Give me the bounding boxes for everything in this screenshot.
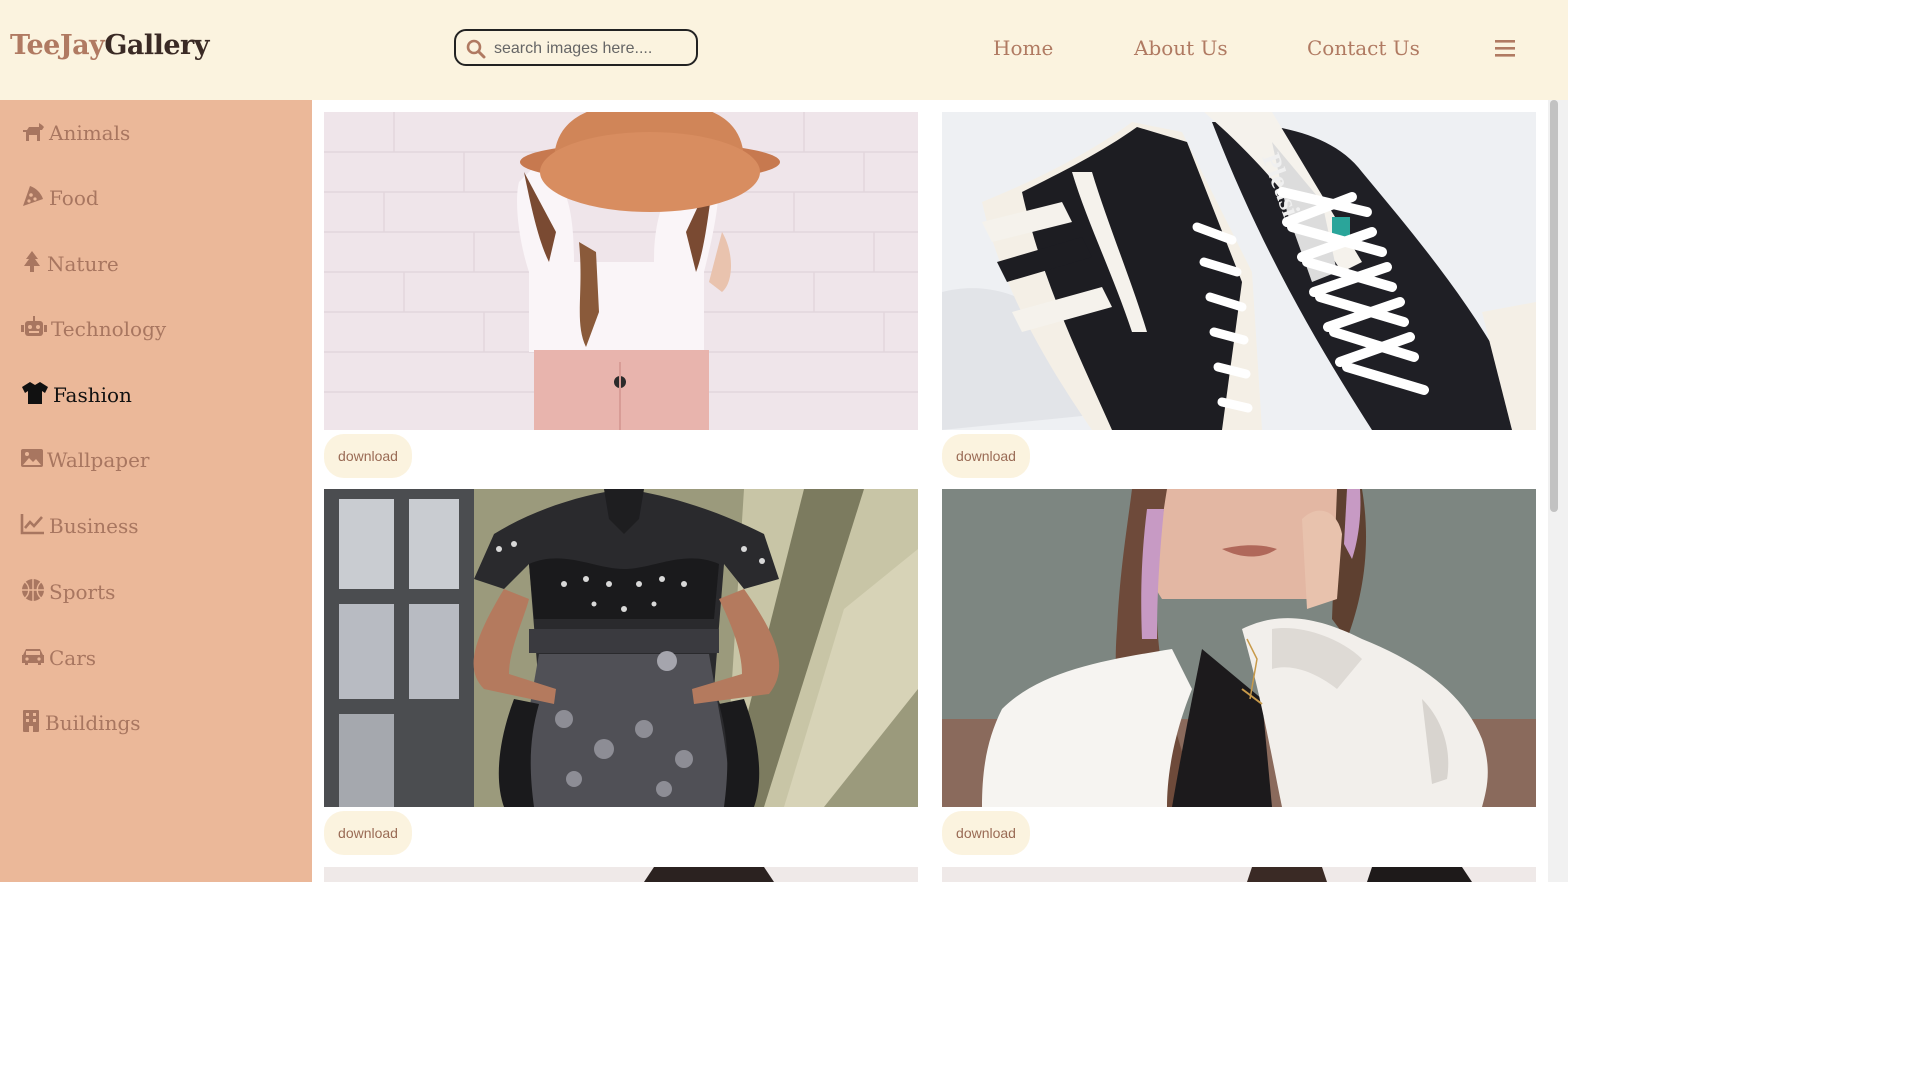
sidebar-item-animals[interactable]: Animals (20, 118, 130, 148)
top-navbar: TeeJayGallery Home About Us Contact Us (0, 0, 1568, 100)
sidebar-item-wallpaper[interactable]: Wallpaper (20, 445, 149, 475)
download-button[interactable]: download (324, 811, 412, 855)
sidebar-item-label: Business (49, 514, 139, 538)
gallery-image-partial[interactable] (324, 867, 918, 882)
sidebar-item-sports[interactable]: Sports (20, 577, 115, 607)
brand-part1: TeeJay (10, 30, 105, 61)
vertical-scrollbar[interactable] (1548, 100, 1568, 882)
brand-logo[interactable]: TeeJayGallery (10, 30, 209, 61)
sidebar-item-label: Nature (47, 252, 119, 276)
dog-icon (20, 118, 49, 149)
building-icon (20, 708, 45, 739)
download-button[interactable]: download (942, 434, 1030, 478)
sidebar-item-label: Buildings (45, 711, 141, 735)
nav-home-link[interactable]: Home (993, 36, 1053, 60)
gallery-image-hat-woman[interactable] (324, 112, 918, 430)
sidebar-item-label: Food (49, 186, 99, 210)
sidebar-item-cars[interactable]: Cars (20, 643, 96, 673)
shirt-icon (20, 380, 53, 411)
search-box (454, 29, 698, 66)
gallery-image-white-jacket[interactable] (942, 489, 1536, 807)
nav-contact-link[interactable]: Contact Us (1307, 36, 1420, 60)
scrollbar-thumb[interactable] (1550, 100, 1558, 512)
sidebar-item-label: Cars (49, 646, 97, 670)
sidebar-item-label: Technology (51, 317, 167, 341)
search-icon (466, 39, 486, 64)
category-sidebar: Animals Food Nature Technology Fashion W… (0, 100, 312, 882)
sidebar-item-technology[interactable]: Technology (20, 314, 166, 344)
robot-icon (20, 314, 51, 345)
sidebar-item-label: Animals (49, 121, 131, 145)
sidebar-item-label: Sports (49, 580, 116, 604)
gallery-image-sneakers[interactable]: Pleasi (942, 112, 1536, 430)
hamburger-menu-icon[interactable] (1494, 38, 1516, 63)
brand-part2: Gallery (104, 30, 209, 61)
sidebar-item-label: Fashion (53, 383, 132, 407)
pizza-icon (20, 183, 49, 214)
car-icon (20, 643, 49, 674)
sidebar-item-nature[interactable]: Nature (20, 249, 119, 279)
sidebar-item-label: Wallpaper (47, 448, 150, 472)
download-button[interactable]: download (324, 434, 412, 478)
gallery-image-partial[interactable] (942, 867, 1536, 882)
sidebar-item-fashion[interactable]: Fashion (20, 380, 132, 410)
chart-line-icon (20, 511, 49, 542)
sidebar-item-business[interactable]: Business (20, 511, 138, 541)
basketball-icon (20, 577, 49, 608)
sidebar-item-food[interactable]: Food (20, 183, 99, 213)
gallery-image-black-dress[interactable] (324, 489, 918, 807)
sidebar-item-buildings[interactable]: Buildings (20, 708, 141, 738)
search-input[interactable] (492, 36, 694, 62)
image-icon (20, 445, 47, 476)
tree-icon (20, 249, 47, 280)
nav-about-link[interactable]: About Us (1134, 36, 1228, 60)
image-gallery: download Pleasi download download downlo… (312, 100, 1548, 882)
download-button[interactable]: download (942, 811, 1030, 855)
